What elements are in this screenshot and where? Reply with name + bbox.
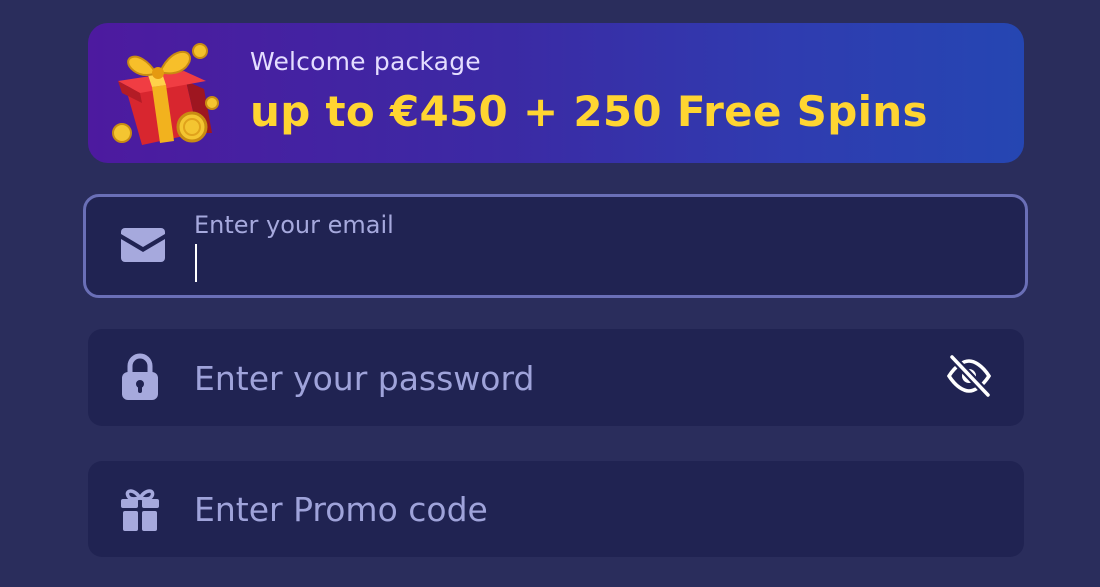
gift-box-icon — [112, 43, 219, 145]
password-input[interactable] — [194, 353, 934, 403]
registration-form: Welcome package up to €450 + 250 Free Sp… — [0, 0, 1100, 587]
text-cursor — [195, 244, 197, 282]
banner-subtitle: Welcome package — [250, 47, 481, 76]
envelope-icon — [119, 221, 167, 269]
email-label: Enter your email — [194, 211, 394, 239]
password-field[interactable] — [88, 329, 1024, 426]
banner-headline: up to €450 + 250 Free Spins — [250, 87, 928, 136]
lock-icon — [116, 353, 164, 401]
gift-icon — [116, 485, 164, 533]
welcome-package-banner: Welcome package up to €450 + 250 Free Sp… — [88, 23, 1024, 163]
promo-code-input[interactable] — [194, 484, 934, 534]
promo-code-field[interactable] — [88, 461, 1024, 557]
email-field[interactable]: Enter your email — [83, 194, 1028, 298]
eye-off-icon[interactable] — [944, 351, 994, 401]
